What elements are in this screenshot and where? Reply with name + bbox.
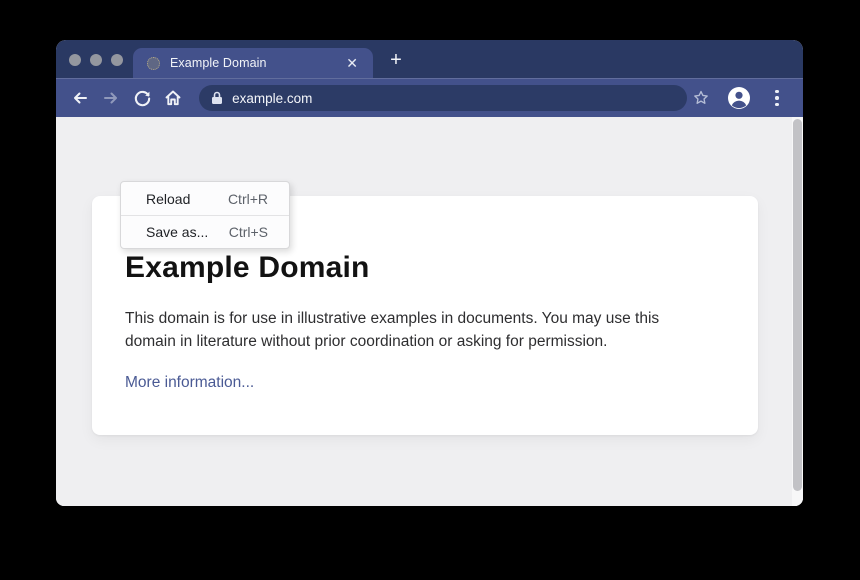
more-information-link[interactable]: More information...: [125, 374, 254, 392]
forward-button[interactable]: [97, 84, 124, 112]
kebab-menu-icon: [767, 90, 787, 107]
menu-item-label: Save as...: [146, 224, 208, 240]
toolbar: example.com: [56, 78, 803, 117]
lock-icon: [211, 91, 223, 105]
home-icon: [163, 88, 183, 108]
back-icon: [70, 88, 90, 108]
window-controls: [69, 54, 123, 66]
menu-item-shortcut: Ctrl+R: [228, 191, 268, 207]
avatar-icon: [727, 86, 751, 110]
page-title: Example Domain: [125, 251, 713, 285]
window-minimize-button[interactable]: [90, 54, 102, 66]
url-text: example.com: [232, 91, 312, 106]
tab-title: Example Domain: [170, 56, 343, 70]
context-menu-item-reload[interactable]: Reload Ctrl+R: [121, 182, 289, 215]
window-zoom-button[interactable]: [111, 54, 123, 66]
new-tab-button[interactable]: +: [382, 47, 410, 73]
context-menu: Reload Ctrl+R Save as... Ctrl+S: [120, 181, 290, 249]
address-bar[interactable]: example.com: [199, 85, 687, 111]
scrollbar-thumb[interactable]: [793, 119, 802, 491]
scrollbar-track[interactable]: [792, 117, 803, 506]
tab-example-domain[interactable]: Example Domain ✕: [133, 48, 373, 78]
context-menu-item-save-as[interactable]: Save as... Ctrl+S: [121, 215, 289, 248]
window-close-button[interactable]: [69, 54, 81, 66]
tab-strip: Example Domain ✕ +: [56, 40, 803, 78]
browser-window: Example Domain ✕ +: [56, 40, 803, 506]
browser-menu-button[interactable]: [763, 84, 791, 112]
page-viewport: Example Domain This domain is for use in…: [56, 117, 803, 506]
menu-item-shortcut: Ctrl+S: [229, 224, 268, 240]
star-icon: [692, 89, 710, 107]
tab-close-icon[interactable]: ✕: [343, 54, 361, 72]
profile-button[interactable]: [725, 84, 753, 112]
reload-icon: [133, 89, 152, 108]
back-button[interactable]: [66, 84, 93, 112]
toolbar-right: [687, 84, 791, 112]
page-paragraph: This domain is for use in illustrative e…: [125, 308, 710, 353]
menu-item-label: Reload: [146, 191, 190, 207]
forward-icon: [101, 88, 121, 108]
reload-button[interactable]: [129, 84, 156, 112]
bookmark-button[interactable]: [687, 84, 715, 112]
tab-favicon-icon: [147, 57, 160, 70]
home-button[interactable]: [160, 84, 187, 112]
